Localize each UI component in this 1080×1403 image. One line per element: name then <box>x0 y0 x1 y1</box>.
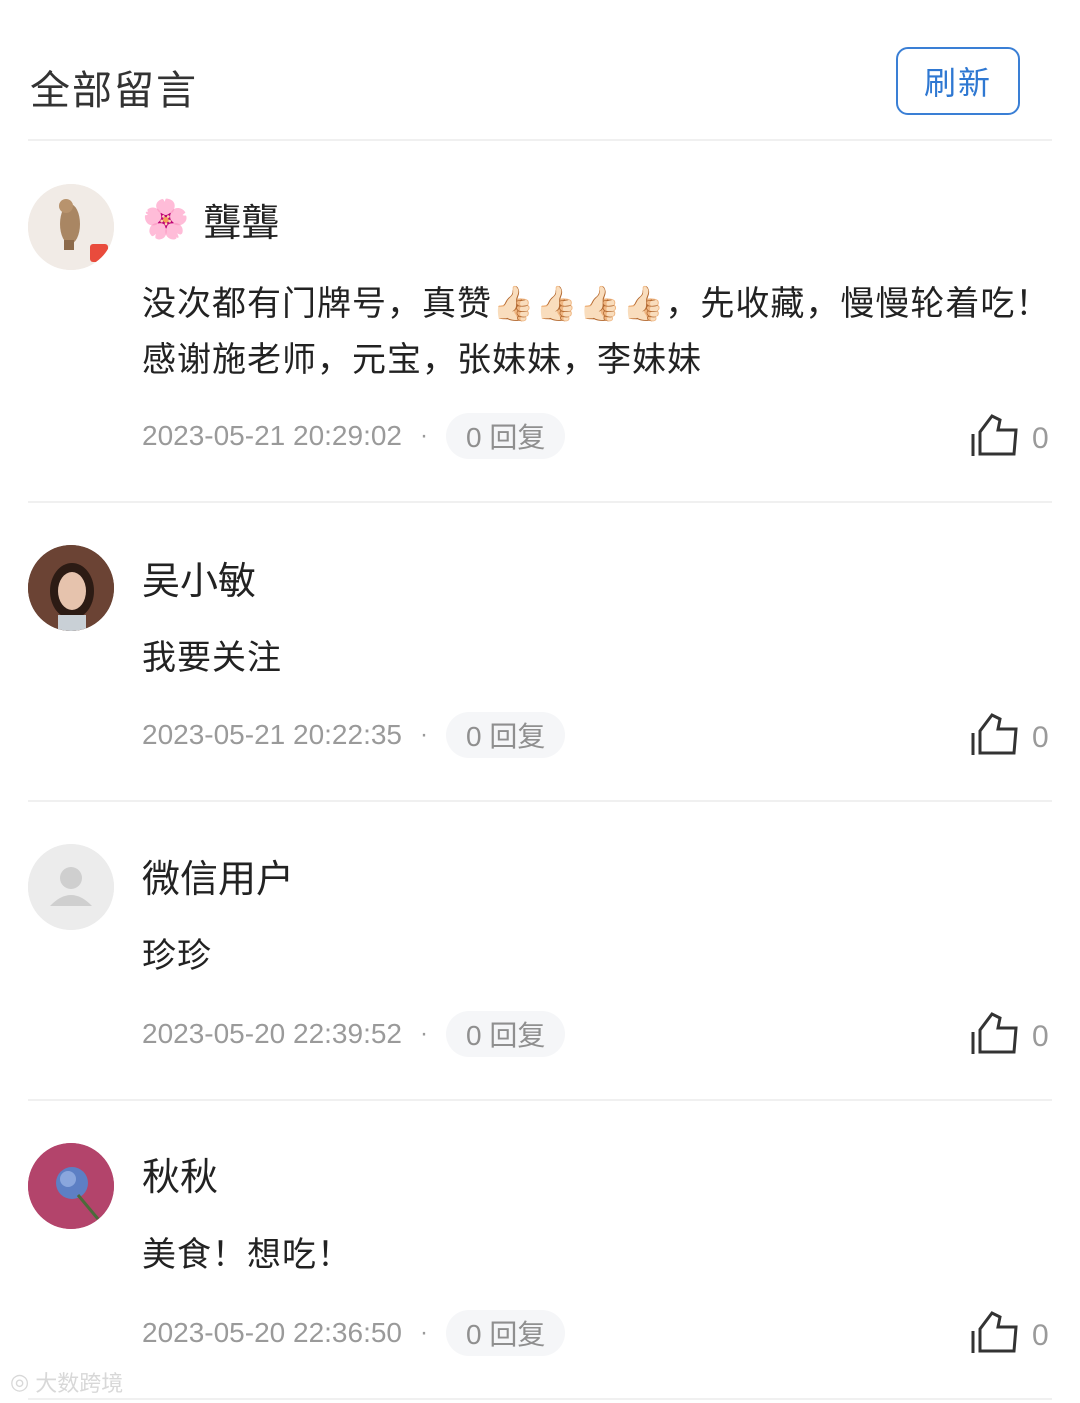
cherry-blossom-icon: 🌸 <box>142 197 190 241</box>
like-count: 0 <box>1032 721 1049 754</box>
like-count: 0 <box>1032 422 1049 455</box>
separator-dot: · <box>420 1319 428 1346</box>
comment-text: 美食！想吃！ <box>142 1235 352 1275</box>
like-count: 0 <box>1032 1319 1049 1352</box>
thumbs-up-icon <box>970 711 1020 765</box>
comment-text: 没次都有门牌号，真赞👍🏻👍🏻👍🏻👍🏻，先收藏，慢慢轮着吃！感谢施老师，元宝，张妹… <box>142 284 1051 380</box>
author-name: 聾聾 <box>203 201 280 245</box>
comment-meta: 2023-05-20 22:39:52 · 0 回复 <box>142 1011 566 1057</box>
author-name: 秋秋 <box>142 1155 219 1199</box>
like-button[interactable]: 0 <box>970 1010 1049 1064</box>
avatar[interactable] <box>28 1143 114 1229</box>
comments-header: 全部留言 刷新 <box>0 0 1080 140</box>
refresh-button[interactable]: 刷新 <box>896 47 1020 115</box>
avatar[interactable] <box>28 545 114 631</box>
separator-dot: · <box>420 422 428 449</box>
like-button[interactable]: 0 <box>970 412 1049 466</box>
weibo-logo-icon: ◎ <box>10 1369 30 1395</box>
watermark: ◎ 大数跨境 <box>10 1366 123 1398</box>
separator-dot: · <box>420 1020 428 1047</box>
separator-dot: · <box>420 721 428 748</box>
divider <box>28 1099 1052 1101</box>
comment-text: 我要关注 <box>142 638 282 678</box>
thumbs-up-icon <box>970 1010 1020 1064</box>
watermark-text: 大数跨境 <box>35 1372 124 1397</box>
reply-button[interactable]: 0 回复 <box>446 413 566 459</box>
divider <box>28 800 1052 802</box>
like-button[interactable]: 0 <box>970 1309 1049 1363</box>
comment-meta: 2023-05-20 22:36:50 · 0 回复 <box>142 1310 566 1356</box>
divider <box>28 501 1052 503</box>
comment-time: 2023-05-20 22:36:50 <box>142 1317 402 1348</box>
divider <box>28 139 1052 141</box>
reply-button[interactable]: 0 回复 <box>446 1310 566 1356</box>
reply-button[interactable]: 0 回复 <box>446 1011 566 1057</box>
author-name: 吴小敏 <box>142 559 257 603</box>
author-name: 微信用户 <box>142 857 295 901</box>
comment-text: 珍珍 <box>142 936 212 976</box>
comment-meta: 2023-05-21 20:29:02 · 0 回复 <box>142 413 566 459</box>
like-button[interactable]: 0 <box>970 711 1049 765</box>
comment-time: 2023-05-20 22:39:52 <box>142 1018 402 1049</box>
comment-author: 🌸 聾聾 <box>142 192 279 247</box>
comment-author: 微信用户 <box>142 848 294 903</box>
thumbs-up-icon <box>970 412 1020 466</box>
comment-time: 2023-05-21 20:29:02 <box>142 420 402 451</box>
thumbs-up-icon <box>970 1309 1020 1363</box>
comment-author: 吴小敏 <box>142 550 256 605</box>
reply-button[interactable]: 0 回复 <box>446 712 566 758</box>
avatar[interactable] <box>28 844 114 930</box>
avatar[interactable] <box>28 184 114 270</box>
comment-time: 2023-05-21 20:22:35 <box>142 719 402 750</box>
like-count: 0 <box>1032 1020 1049 1053</box>
section-title: 全部留言 <box>30 68 198 114</box>
comment-meta: 2023-05-21 20:22:35 · 0 回复 <box>142 712 566 758</box>
comment-author: 秋秋 <box>142 1146 218 1201</box>
divider <box>28 1398 1052 1400</box>
